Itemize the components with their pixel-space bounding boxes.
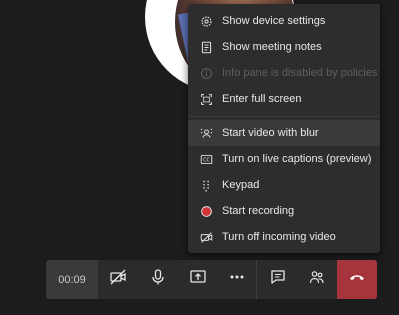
gear-icon: [199, 14, 213, 28]
menu-separator: [188, 116, 380, 117]
menu-item-show-device-settings[interactable]: Show device settings: [188, 8, 380, 34]
menu-item-label: Info pane is disabled by policies: [222, 67, 378, 79]
participants-button[interactable]: [298, 260, 336, 299]
menu-item-turn-off-incoming-video[interactable]: Turn off incoming video: [188, 224, 380, 250]
notes-icon: [199, 40, 213, 54]
menu-item-start-video-with-blur[interactable]: Start video with blur: [188, 120, 380, 146]
chat-icon: [269, 268, 287, 291]
menu-item-label: Turn off incoming video: [222, 231, 336, 243]
svg-text:CC: CC: [203, 157, 210, 163]
menu-item-keypad[interactable]: Keypad: [188, 172, 380, 198]
video-off-icon: [109, 268, 127, 291]
chat-button[interactable]: [259, 260, 297, 299]
cc-icon: CC: [199, 152, 213, 166]
menu-item-label: Turn on live captions (preview): [222, 153, 372, 165]
keypad-icon: [199, 178, 213, 192]
menu-item-enter-full-screen[interactable]: Enter full screen: [188, 86, 380, 112]
microphone-icon: [149, 268, 167, 291]
call-timer: 00:09: [46, 260, 98, 299]
info-icon: [199, 66, 213, 80]
menu-item-label: Show device settings: [222, 15, 326, 27]
menu-item-info-pane-disabled: Info pane is disabled by policies: [188, 60, 380, 86]
menu-item-show-meeting-notes[interactable]: Show meeting notes: [188, 34, 380, 60]
menu-item-label: Keypad: [222, 179, 260, 191]
more-actions-button[interactable]: [218, 260, 256, 299]
hang-up-button[interactable]: [337, 260, 377, 299]
toolbar-divider: [256, 260, 257, 299]
menu-item-label: Start recording: [222, 205, 295, 217]
participants-icon: [308, 268, 326, 291]
share-screen-icon: [189, 268, 207, 291]
menu-item-turn-on-live-captions[interactable]: CC Turn on live captions (preview): [188, 146, 380, 172]
call-controls-bar: 00:09: [46, 260, 377, 299]
menu-item-start-recording[interactable]: Start recording: [188, 198, 380, 224]
menu-item-label: Enter full screen: [222, 93, 302, 105]
camera-toggle-button[interactable]: [99, 260, 137, 299]
more-actions-menu: Show device settings Show meeting notes …: [188, 4, 380, 253]
record-icon: [199, 204, 213, 218]
video-off-icon: [199, 230, 213, 244]
share-screen-button[interactable]: [179, 260, 217, 299]
menu-item-label: Start video with blur: [222, 127, 319, 139]
hang-up-icon: [348, 268, 366, 291]
blur-icon: [199, 126, 213, 140]
menu-item-label: Show meeting notes: [222, 41, 322, 53]
fullscreen-icon: [199, 92, 213, 106]
microphone-button[interactable]: [139, 260, 177, 299]
more-icon: [228, 268, 246, 291]
